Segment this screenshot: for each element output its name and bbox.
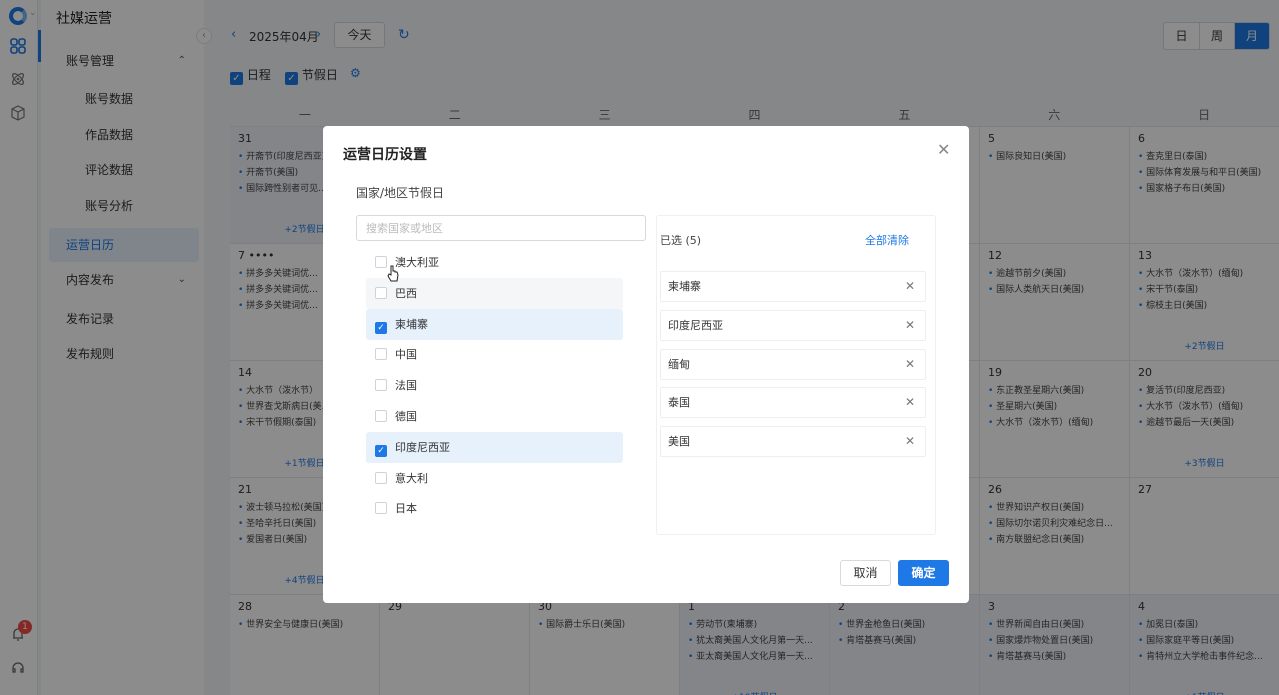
country-option[interactable]: 巴西 bbox=[366, 277, 623, 309]
selected-panel: 已选 (5) 全部清除 柬埔寨 ✕ 印度尼西亚 ✕ 缅甸 ✕ 泰国 ✕ 美国 ✕ bbox=[656, 215, 936, 535]
dialog-title: 运营日历设置 bbox=[343, 147, 427, 163]
section-label: 国家/地区节假日 bbox=[356, 186, 445, 200]
country-option[interactable]: 中国 bbox=[366, 339, 623, 370]
country-option[interactable]: 意大利 bbox=[366, 463, 623, 494]
country-option[interactable]: ✓ 印度尼西亚 bbox=[366, 431, 623, 463]
close-icon[interactable]: ✕ bbox=[905, 388, 915, 417]
checkbox[interactable] bbox=[375, 256, 387, 268]
country-name: 日本 bbox=[395, 502, 417, 516]
checkbox[interactable]: ✓ bbox=[375, 444, 387, 457]
country-name: 法国 bbox=[395, 379, 417, 393]
country-option[interactable]: 法国 bbox=[366, 370, 623, 401]
checkbox[interactable] bbox=[375, 348, 387, 361]
clear-all-link[interactable]: 全部清除 bbox=[865, 232, 909, 248]
chip-label: 缅甸 bbox=[668, 357, 690, 371]
chip-label: 柬埔寨 bbox=[668, 280, 701, 293]
country-option[interactable]: ✓ 柬埔寨 bbox=[366, 308, 623, 340]
country-option[interactable]: 澳大利亚 bbox=[366, 247, 623, 278]
chip-label: 美国 bbox=[668, 435, 690, 449]
pointer-cursor-icon bbox=[387, 265, 399, 282]
checkbox[interactable] bbox=[375, 502, 387, 515]
checkbox[interactable] bbox=[375, 410, 387, 422]
ok-button[interactable]: 确定 bbox=[898, 560, 949, 586]
selected-country-chip: 印度尼西亚 ✕ bbox=[660, 309, 926, 341]
chip-label: 印度尼西亚 bbox=[668, 318, 723, 332]
selected-country-chip: 缅甸 ✕ bbox=[660, 348, 926, 380]
country-search-input[interactable] bbox=[356, 215, 646, 241]
cancel-button[interactable]: 取消 bbox=[840, 560, 891, 586]
country-option[interactable]: 德国 bbox=[366, 401, 623, 432]
close-icon[interactable]: ✕ bbox=[937, 140, 950, 159]
country-name: 澳大利亚 bbox=[395, 256, 439, 269]
selected-country-chip: 泰国 ✕ bbox=[660, 387, 926, 419]
selected-country-chip: 美国 ✕ bbox=[660, 426, 926, 458]
country-list: 日本意大利✓印度尼西亚德国法国中国✓柬埔寨巴西澳大利亚 ▲ ▼ bbox=[356, 241, 646, 536]
checkbox[interactable] bbox=[375, 379, 387, 392]
chip-label: 泰国 bbox=[668, 396, 690, 410]
country-name: 印度尼西亚 bbox=[395, 440, 450, 454]
close-icon[interactable]: ✕ bbox=[905, 427, 915, 456]
country-name: 意大利 bbox=[395, 471, 428, 485]
close-icon[interactable]: ✕ bbox=[905, 350, 915, 379]
checkbox[interactable] bbox=[375, 471, 387, 484]
close-icon[interactable]: ✕ bbox=[905, 272, 915, 301]
selected-country-chip: 柬埔寨 ✕ bbox=[660, 271, 926, 302]
country-option[interactable]: 日本 bbox=[366, 493, 623, 524]
country-name: 巴西 bbox=[395, 286, 417, 300]
selected-count: 已选 (5) bbox=[660, 234, 702, 247]
country-name: 德国 bbox=[395, 410, 417, 423]
checkbox[interactable] bbox=[375, 286, 387, 299]
country-name: 柬埔寨 bbox=[395, 317, 428, 331]
country-name: 中国 bbox=[395, 348, 417, 362]
close-icon[interactable]: ✕ bbox=[905, 311, 915, 340]
calendar-settings-dialog: 运营日历设置 ✕ 国家/地区节假日 日本意大利✓印度尼西亚德国法国中国✓柬埔寨巴… bbox=[323, 126, 969, 603]
checkbox[interactable]: ✓ bbox=[375, 321, 387, 334]
